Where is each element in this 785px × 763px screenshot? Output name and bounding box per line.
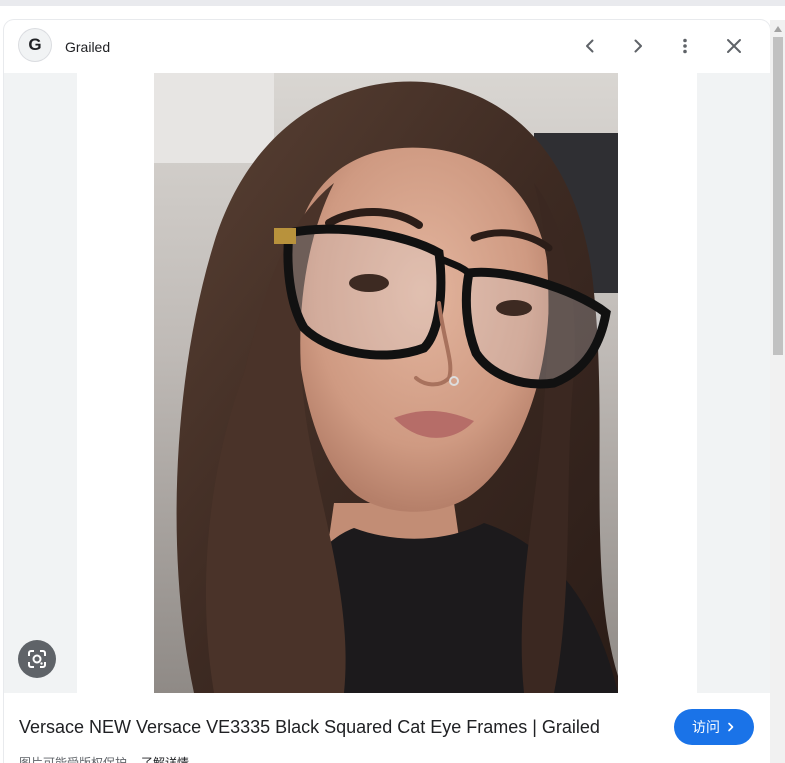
more-vert-icon <box>683 38 687 54</box>
learn-more-link[interactable]: 了解详情 <box>141 754 189 763</box>
preview-header: G Grailed <box>4 20 770 73</box>
scroll-thumb[interactable] <box>773 37 783 355</box>
visit-label: 访问 <box>692 719 720 735</box>
source-initial: G <box>28 35 42 54</box>
visit-button[interactable]: 访问 <box>674 709 754 745</box>
copyright-notice: 图片可能受版权保护。 <box>19 756 140 763</box>
image-area <box>4 73 770 693</box>
scrollbar[interactable] <box>770 20 785 763</box>
scroll-up-arrow-icon[interactable] <box>774 26 782 32</box>
portrait-photo <box>154 73 618 693</box>
chevron-left-icon <box>586 39 594 53</box>
next-button[interactable] <box>624 32 652 60</box>
image-preview-panel: G Grailed Versace NEW Versace VE3335 Bla… <box>4 20 770 763</box>
google-lens-icon <box>28 650 46 668</box>
source-name[interactable]: Grailed <box>65 39 110 55</box>
close-icon <box>727 39 741 53</box>
image-backdrop <box>77 73 697 693</box>
previous-button[interactable] <box>576 32 604 60</box>
preview-image[interactable] <box>154 73 618 693</box>
chevron-right-icon <box>634 39 642 53</box>
image-title[interactable]: Versace NEW Versace VE3335 Black Squared… <box>19 717 600 738</box>
more-options-button[interactable] <box>671 32 699 60</box>
source-logo[interactable]: G <box>19 29 51 61</box>
lens-search-button[interactable] <box>18 640 56 678</box>
close-button[interactable] <box>720 32 748 60</box>
chevron-right-icon <box>728 722 734 732</box>
browser-top-strip <box>0 0 785 6</box>
